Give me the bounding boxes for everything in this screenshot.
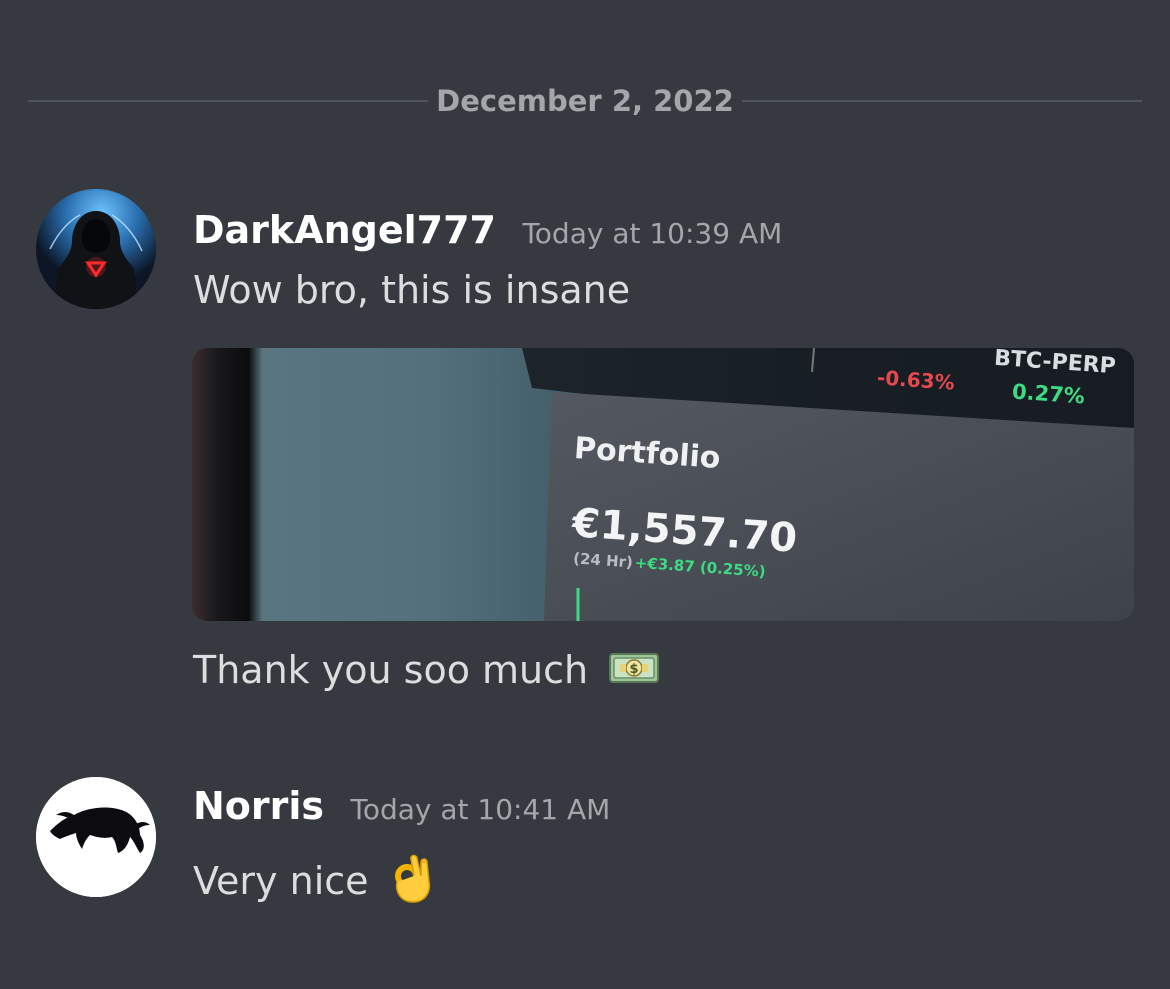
timestamp[interactable]: Today at 10:41 AM: [351, 793, 611, 826]
message-text: Wow bro, this is insane: [193, 268, 631, 312]
avatar[interactable]: [36, 777, 156, 897]
message-header: DarkAngel777 Today at 10:39 AM: [193, 208, 782, 252]
money-with-wings-icon: $: [608, 650, 660, 695]
message-text: Thank you soo much $: [193, 648, 660, 695]
avatar[interactable]: [36, 189, 156, 309]
hooded-figure-avatar-icon: [36, 189, 156, 309]
username[interactable]: DarkAngel777: [193, 208, 496, 252]
username[interactable]: Norris: [193, 784, 324, 828]
message-text: Very nice: [193, 852, 435, 915]
message-text-content: Thank you soo much: [193, 648, 589, 692]
date-divider: December 2, 2022: [28, 78, 1142, 124]
message-header: Norris Today at 10:41 AM: [193, 784, 610, 828]
message-text-content: Very nice: [193, 859, 369, 903]
ok-hand-icon: [387, 852, 435, 915]
svg-text:$: $: [630, 662, 639, 677]
bull-logo-icon: [36, 777, 156, 897]
divider-line: [742, 100, 1142, 102]
image-attachment[interactable]: -0.63% BTC-PERP 0.27% Portfolio €1,557.7…: [192, 348, 1134, 621]
ticker-right-value: 0.27%: [1011, 379, 1086, 409]
timestamp[interactable]: Today at 10:39 AM: [522, 217, 782, 250]
portfolio-photo: [192, 348, 1134, 621]
